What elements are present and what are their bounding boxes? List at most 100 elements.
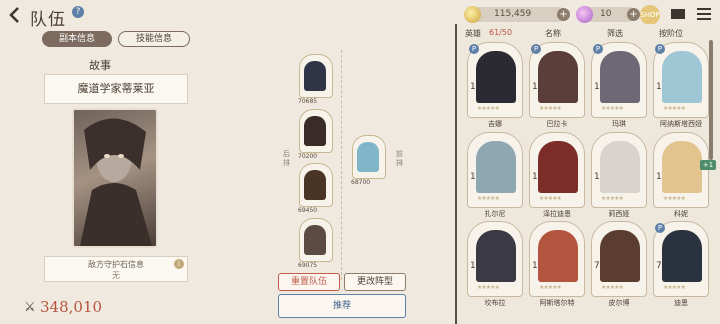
hero-name: 阿斯塔尔特 xyxy=(539,299,575,307)
recommend-button[interactable]: 推荐 xyxy=(278,294,406,318)
hero-count: 61/50 xyxy=(489,28,513,37)
sort-name-button[interactable]: 名称 xyxy=(545,28,561,39)
hero-level: 1 xyxy=(470,261,476,271)
hero-level: 1 xyxy=(656,172,662,182)
star-rating: ★★★★★ xyxy=(663,105,686,112)
formation-divider xyxy=(341,50,342,280)
hero-name: 扎尔尼 xyxy=(484,210,506,218)
hero-level: 1 xyxy=(532,261,538,271)
guardian-label: 敌方守护石信息 xyxy=(88,260,144,269)
slot-power: 70200 xyxy=(298,153,318,160)
page-title: 队伍 xyxy=(30,10,66,30)
hero-name: 坎布拉 xyxy=(484,299,506,307)
hero-level: 1 xyxy=(532,82,538,92)
star-rating: ★★★★★ xyxy=(601,284,624,291)
hero-level: 1 xyxy=(470,172,476,182)
guardian-stone-box: 敌方守护石信息 无 i xyxy=(44,256,188,282)
p-badge-icon: P xyxy=(655,44,665,54)
add-gem-button[interactable]: + xyxy=(627,8,640,21)
hero-card[interactable]: 1 ★★★★★ 扎尔尼 xyxy=(467,132,523,218)
slot-power: 68700 xyxy=(351,179,371,186)
star-rating: ★★★★★ xyxy=(477,284,500,291)
formation-slot[interactable]: 70685 xyxy=(298,54,333,105)
hero-name: 皮尔博 xyxy=(608,299,630,307)
hero-card[interactable]: 1 ★★★★★ 泽拉迪恩 xyxy=(529,132,585,218)
change-formation-button[interactable]: 更改阵型 xyxy=(344,273,406,291)
scrollbar[interactable] xyxy=(709,40,713,160)
slot-power: 69075 xyxy=(298,262,318,269)
hero-name: 阿纳斯塔西娅 xyxy=(660,120,702,128)
hero-level: 1 xyxy=(594,172,600,182)
gem-value: 10 xyxy=(600,9,612,19)
hero-card[interactable]: 1 ★★★★★ 阿斯塔尔特 xyxy=(529,221,585,307)
hero-name: 巴拉卡 xyxy=(546,120,568,128)
add-gold-button[interactable]: + xyxy=(557,8,570,21)
p-badge-icon: P xyxy=(655,223,665,233)
hero-card[interactable]: P 1 ★★★★★ 巴拉卡 xyxy=(529,42,585,128)
p-badge-icon: P xyxy=(593,44,603,54)
hero-name: 吉娜 xyxy=(488,120,502,128)
guardian-value: 无 xyxy=(112,271,120,280)
filter-button[interactable]: 筛选 xyxy=(607,28,623,39)
hero-name: 科妮 xyxy=(674,210,688,218)
p-badge-icon: P xyxy=(469,44,479,54)
hero-level: 1 xyxy=(470,82,476,92)
formation-slot[interactable]: 69450 xyxy=(298,163,333,214)
slot-power: 70685 xyxy=(298,98,318,105)
gem-icon xyxy=(576,6,593,23)
gold-counter: 115,459 + xyxy=(464,6,570,23)
hero-level: 1 xyxy=(594,82,600,92)
back-row-label: 后排 xyxy=(283,150,290,167)
hero-card[interactable]: P 1 ★★★★★ 阿纳斯塔西娅 xyxy=(653,42,709,128)
star-rating: ★★★★★ xyxy=(477,195,500,202)
hero-card[interactable]: 1 ★★★★★ 莉西娅 xyxy=(591,132,647,218)
star-rating: ★★★★★ xyxy=(539,195,562,202)
hero-name: 玛琪 xyxy=(612,120,626,128)
tab-skill-info[interactable]: 技能信息 xyxy=(118,31,190,47)
back-arrow-icon[interactable] xyxy=(6,6,24,24)
hero-card[interactable]: 1 ★★★★★ 科妮 xyxy=(653,132,709,218)
tab-dungeon-info[interactable]: 副本信息 xyxy=(42,31,112,47)
hero-card[interactable]: 7 ★★★★★ 皮尔博 xyxy=(591,221,647,307)
star-rating: ★★★★★ xyxy=(601,195,624,202)
formation-slot[interactable]: 68700 xyxy=(351,135,386,186)
star-rating: ★★★★★ xyxy=(477,105,500,112)
formation-slot[interactable]: 69075 xyxy=(298,218,333,269)
hero-level: 7 xyxy=(656,261,662,271)
hero-name: 迪恩 xyxy=(674,299,688,307)
hero-level: 1 xyxy=(656,82,662,92)
hero-card[interactable]: P 7 ★★★★★ 迪恩 xyxy=(653,221,709,307)
sort-rank-button[interactable]: 按阶位 xyxy=(659,28,683,39)
slot-power: 69450 xyxy=(298,207,318,214)
gem-counter: 10 + xyxy=(576,6,640,23)
story-name: 魔道学家蒂莱亚 xyxy=(44,74,188,104)
guardian-info-icon[interactable]: i xyxy=(174,259,184,269)
hero-card[interactable]: 1 ★★★★★ 坎布拉 xyxy=(467,221,523,307)
shop-icon[interactable]: SHOP xyxy=(640,5,660,25)
gold-coin-icon xyxy=(464,6,481,23)
gold-value: 115,459 xyxy=(494,9,532,19)
mail-icon[interactable] xyxy=(671,9,685,19)
hero-level: 1 xyxy=(532,172,538,182)
star-rating: ★★★★★ xyxy=(663,195,686,202)
team-power: 348,010 xyxy=(40,298,103,316)
menu-icon[interactable] xyxy=(697,8,711,20)
hero-header: 英雄 xyxy=(465,29,481,38)
star-rating: ★★★★★ xyxy=(539,284,562,291)
front-row-label: 前排 xyxy=(396,150,403,167)
story-heading: 故事 xyxy=(89,59,111,72)
plus-tag: +1 xyxy=(700,160,716,170)
help-icon[interactable]: ? xyxy=(72,6,84,18)
p-badge-icon: P xyxy=(531,44,541,54)
power-icon: ⚔ xyxy=(24,300,36,315)
hero-list-panel: 英雄 61/50 名称 筛选 按阶位 P 1 ★★★★★ 吉娜 P 1 ★★★★… xyxy=(455,24,720,324)
formation-slot[interactable]: 70200 xyxy=(298,109,333,160)
hero-card[interactable]: P 1 ★★★★★ 吉娜 xyxy=(467,42,523,128)
boss-portrait xyxy=(72,108,158,248)
hero-name: 泽拉迪恩 xyxy=(543,210,571,218)
boss-portrait-art xyxy=(80,118,152,246)
star-rating: ★★★★★ xyxy=(539,105,562,112)
star-rating: ★★★★★ xyxy=(663,284,686,291)
hero-card[interactable]: P 1 ★★★★★ 玛琪 xyxy=(591,42,647,128)
reset-team-button[interactable]: 重置队伍 xyxy=(278,273,340,291)
